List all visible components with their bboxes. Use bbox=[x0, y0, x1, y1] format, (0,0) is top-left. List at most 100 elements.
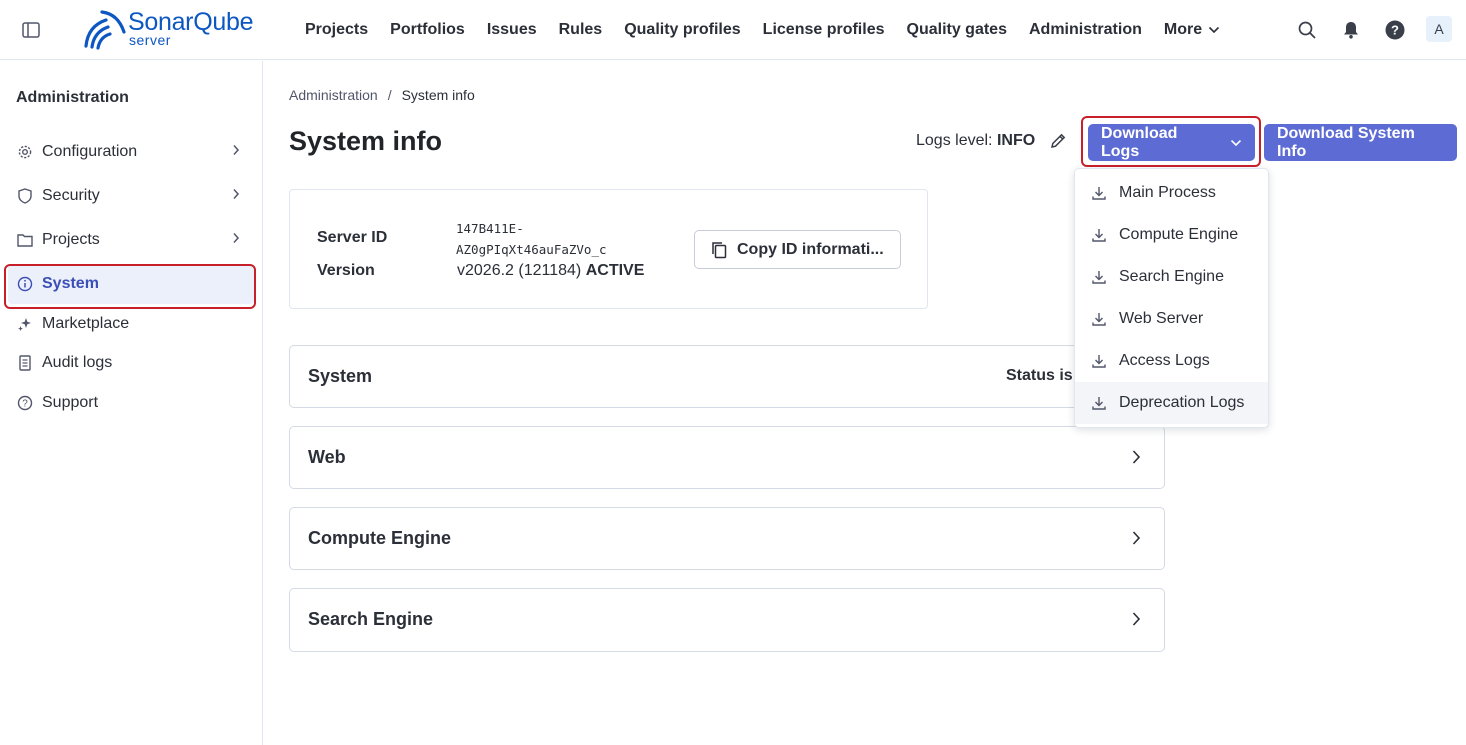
folder-icon bbox=[16, 231, 34, 249]
nav-quality-gates[interactable]: Quality gates bbox=[896, 21, 1018, 39]
main-nav: Projects Portfolios Issues Rules Quality… bbox=[294, 0, 1231, 60]
section-compute-engine[interactable]: Compute Engine bbox=[289, 507, 1165, 570]
avatar[interactable]: A bbox=[1426, 16, 1452, 42]
menu-item-label: Compute Engine bbox=[1119, 226, 1239, 243]
download-icon bbox=[1092, 271, 1106, 284]
download-icon bbox=[1092, 355, 1106, 368]
nav-projects[interactable]: Projects bbox=[294, 21, 379, 39]
sidebar-item-label: Marketplace bbox=[42, 315, 130, 332]
section-title: Compute Engine bbox=[308, 528, 451, 548]
chevron-right-icon bbox=[1132, 612, 1141, 626]
breadcrumb-separator: / bbox=[387, 87, 392, 103]
section-system[interactable]: System Status is bbox=[289, 345, 1165, 408]
server-id-line2: AZ0gPIqXt46auFaZVo_c bbox=[456, 242, 607, 257]
download-icon bbox=[1092, 187, 1106, 200]
breadcrumb-current: System info bbox=[401, 87, 475, 103]
nav-administration[interactable]: Administration bbox=[1018, 21, 1153, 39]
section-search-engine[interactable]: Search Engine bbox=[289, 588, 1165, 652]
top-bar: SonarQube server Projects Portfolios Iss… bbox=[0, 0, 1466, 60]
svg-text:?: ? bbox=[1391, 23, 1399, 38]
pencil-icon[interactable] bbox=[1049, 132, 1067, 150]
sidebar-item-audit-logs[interactable]: Audit logs bbox=[8, 343, 254, 383]
server-info-card: Server ID 147B411E- AZ0gPIqXt46auFaZVo_c… bbox=[289, 189, 928, 309]
chevron-down-icon bbox=[1230, 139, 1242, 146]
chevron-right-icon bbox=[233, 189, 240, 199]
section-title: Search Engine bbox=[308, 609, 434, 629]
breadcrumb-root[interactable]: Administration bbox=[289, 87, 378, 103]
sidebar-item-label: System bbox=[42, 275, 99, 292]
sidebar-item-label: Configuration bbox=[42, 143, 138, 160]
sidebar: Administration Configuration Security Pr… bbox=[0, 61, 263, 745]
menu-item-label: Web Server bbox=[1119, 310, 1204, 327]
copy-icon bbox=[712, 241, 727, 258]
sidebar-item-marketplace[interactable]: Marketplace bbox=[8, 304, 254, 344]
section-title: System bbox=[308, 366, 373, 386]
sidebar-item-label: Support bbox=[42, 394, 99, 411]
sidebar-toggle-icon[interactable] bbox=[20, 19, 42, 41]
svg-text:?: ? bbox=[22, 399, 28, 410]
sonarqube-logo[interactable]: SonarQube server bbox=[80, 6, 260, 52]
menu-item-label: Main Process bbox=[1119, 184, 1216, 201]
menu-item-access-logs[interactable]: Access Logs bbox=[1075, 340, 1268, 382]
search-icon[interactable] bbox=[1294, 17, 1320, 43]
copy-id-button[interactable]: Copy ID informati... bbox=[694, 230, 901, 269]
nav-more[interactable]: More bbox=[1153, 21, 1231, 39]
download-logs-button[interactable]: Download Logs bbox=[1088, 124, 1255, 161]
chevron-right-icon bbox=[233, 233, 240, 243]
logs-level-label: Logs level: bbox=[916, 132, 993, 149]
breadcrumb: Administration / System info bbox=[289, 87, 475, 103]
menu-item-main-process[interactable]: Main Process bbox=[1075, 172, 1268, 214]
logs-level: Logs level: INFO bbox=[916, 132, 1035, 150]
download-logs-menu: Main Process Compute Engine Search Engin… bbox=[1074, 168, 1269, 428]
menu-item-web-server[interactable]: Web Server bbox=[1075, 298, 1268, 340]
menu-item-search-engine[interactable]: Search Engine bbox=[1075, 256, 1268, 298]
menu-item-label: Deprecation Logs bbox=[1119, 394, 1245, 411]
download-icon bbox=[1092, 397, 1106, 410]
sidebar-item-configuration[interactable]: Configuration bbox=[8, 132, 254, 172]
menu-item-deprecation-logs[interactable]: Deprecation Logs bbox=[1075, 382, 1268, 424]
download-system-info-button[interactable]: Download System Info bbox=[1264, 124, 1457, 161]
copy-id-label: Copy ID informati... bbox=[737, 240, 884, 258]
menu-item-label: Search Engine bbox=[1119, 268, 1224, 285]
download-icon bbox=[1092, 229, 1106, 242]
page-title: System info bbox=[289, 126, 443, 156]
version-label: Version bbox=[317, 262, 375, 279]
sidebar-item-projects[interactable]: Projects bbox=[8, 220, 254, 260]
nav-license-profiles[interactable]: License profiles bbox=[752, 21, 896, 39]
menu-item-label: Access Logs bbox=[1119, 352, 1210, 369]
download-logs-label: Download Logs bbox=[1101, 124, 1178, 160]
logs-level-value: INFO bbox=[996, 132, 1036, 149]
nav-quality-profiles[interactable]: Quality profiles bbox=[613, 21, 751, 39]
sparkle-icon bbox=[16, 315, 34, 333]
version-value: v2026.2 (121184) ACTIVE bbox=[457, 262, 644, 280]
sidebar-item-system[interactable]: System bbox=[8, 264, 254, 304]
help-icon[interactable]: ? bbox=[1382, 17, 1408, 43]
nav-more-label: More bbox=[1163, 21, 1203, 38]
version-status: ACTIVE bbox=[585, 262, 645, 279]
server-id-label: Server ID bbox=[317, 229, 388, 246]
sidebar-item-support[interactable]: ? Support bbox=[8, 383, 254, 423]
sonar-waves-icon bbox=[84, 10, 126, 50]
server-id-line1: 147B411E- bbox=[456, 221, 524, 236]
bell-icon[interactable] bbox=[1338, 17, 1364, 43]
chevron-right-icon bbox=[233, 145, 240, 155]
chevron-right-icon bbox=[1132, 450, 1141, 464]
menu-item-compute-engine[interactable]: Compute Engine bbox=[1075, 214, 1268, 256]
help-icon: ? bbox=[16, 394, 34, 412]
version-number: v2026.2 (121184) bbox=[457, 262, 582, 279]
sidebar-item-label: Audit logs bbox=[42, 354, 113, 371]
nav-portfolios[interactable]: Portfolios bbox=[379, 21, 476, 39]
document-icon bbox=[16, 354, 34, 372]
logo-subtext: server bbox=[129, 32, 171, 48]
nav-issues[interactable]: Issues bbox=[476, 21, 548, 39]
sidebar-item-security[interactable]: Security bbox=[8, 176, 254, 216]
nav-rules[interactable]: Rules bbox=[548, 21, 614, 39]
download-icon bbox=[1092, 313, 1106, 326]
sidebar-title: Administration bbox=[16, 89, 129, 106]
chevron-right-icon bbox=[1132, 531, 1141, 545]
status-text: Status is bbox=[1006, 367, 1073, 384]
chevron-down-icon bbox=[1209, 26, 1220, 34]
section-web[interactable]: Web bbox=[289, 426, 1165, 489]
info-icon bbox=[16, 275, 34, 293]
sidebar-item-label: Security bbox=[42, 187, 100, 204]
